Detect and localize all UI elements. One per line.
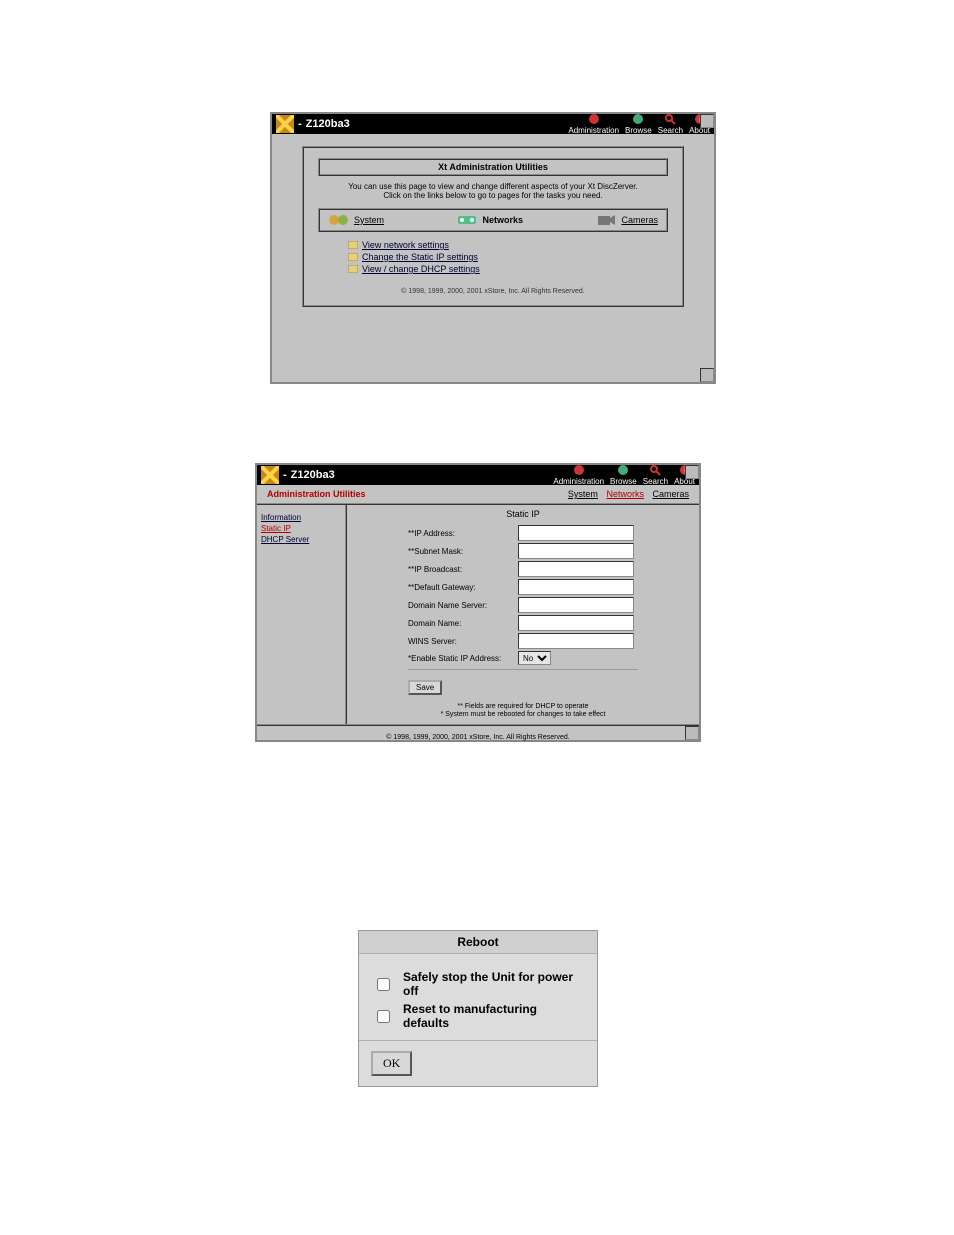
resize-grip-icon[interactable] [685,726,699,740]
label-ip-address: **IP Address: [408,529,518,538]
admin-utilities-window: - Z120ba3 Administration Browse Search i… [270,112,716,384]
window-title: Z120ba3 [291,469,335,481]
subnet-mask-field[interactable] [518,543,634,559]
window-title: Z120ba3 [306,118,350,130]
label-ip-broadcast: **IP Broadcast: [408,565,518,574]
category-networks[interactable]: Networks [450,212,529,228]
nav-search[interactable]: Search [658,113,683,135]
label-reset-defaults: Reset to manufacturing defaults [403,1002,583,1030]
brand-logo-icon [276,115,294,133]
nav-browse[interactable]: Browse [610,464,637,486]
checkbox-safely-stop[interactable] [377,978,390,991]
utilities-panel: Xt Administration Utilities You can use … [302,146,684,307]
tab-cameras[interactable]: Cameras [652,489,689,499]
sidebar-item-static-ip[interactable]: Static IP [261,524,341,533]
scroll-up-icon[interactable] [685,465,699,479]
title-bar: - Z120ba3 Administration Browse Search i… [272,114,714,134]
enable-static-ip-select[interactable]: No [518,651,551,665]
category-cameras[interactable]: Cameras [589,212,664,228]
panel-header: Xt Administration Utilities [318,158,668,176]
title-bar: - Z120ba3 Administration Browse Search i… [257,465,699,485]
ip-address-field[interactable] [518,525,634,541]
brand-logo-icon [261,466,279,484]
copyright: © 1998, 1999, 2000, 2001 xStore, Inc. Al… [318,288,668,295]
link-change-static-ip[interactable]: Change the Static IP settings [348,252,668,262]
copyright: © 1998, 1999, 2000, 2001 xStore, Inc. Al… [257,724,699,749]
dialog-header: Reboot [359,931,597,954]
label-safely-stop: Safely stop the Unit for power off [403,970,583,998]
link-view-network-settings[interactable]: View network settings [348,240,668,250]
nav-browse[interactable]: Browse [625,113,652,135]
wins-server-field[interactable] [518,633,634,649]
tab-networks[interactable]: Networks [606,489,644,499]
label-enable-static-ip: *Enable Static IP Address: [408,654,518,663]
scroll-up-icon[interactable] [700,114,714,128]
sidebar-item-information[interactable]: Information [261,513,341,522]
reboot-dialog: Reboot Safely stop the Unit for power of… [358,930,598,1087]
category-row: System Networks Cameras [318,208,668,232]
ok-button[interactable]: OK [371,1051,412,1076]
label-subnet-mask: **Subnet Mask: [408,547,518,556]
dns-field[interactable] [518,597,634,613]
save-button[interactable]: Save [408,680,442,695]
checkbox-reset-defaults[interactable] [377,1010,390,1023]
brand: - Z120ba3 [276,115,350,133]
nav-administration[interactable]: Administration [568,113,619,135]
section-header: Static IP [357,509,689,519]
default-gateway-field[interactable] [518,579,634,595]
breadcrumb-bar: Administration Utilities System Networks… [257,485,699,503]
nav-search[interactable]: Search [643,464,668,486]
category-system[interactable]: System [322,212,390,228]
panel-description: You can use this page to view and change… [318,182,668,200]
tab-system[interactable]: System [568,489,598,499]
label-domain-name: Domain Name: [408,619,518,628]
sidebar-item-dhcp-server[interactable]: DHCP Server [261,535,341,544]
nav-administration[interactable]: Administration [553,464,604,486]
static-ip-form: **IP Address: **Subnet Mask: **IP Broadc… [408,525,638,720]
link-view-change-dhcp[interactable]: View / change DHCP settings [348,264,668,274]
resize-grip-icon[interactable] [700,368,714,382]
form-notes: ** Fields are required for DHCP to opera… [408,703,638,720]
label-dns: Domain Name Server: [408,601,518,610]
static-ip-window: - Z120ba3 Administration Browse Search i… [255,463,701,742]
brand: - Z120ba3 [261,466,335,484]
label-default-gateway: **Default Gateway: [408,583,518,592]
ip-broadcast-field[interactable] [518,561,634,577]
label-wins-server: WINS Server: [408,637,518,646]
page-title: Administration Utilities [267,489,366,499]
domain-name-field[interactable] [518,615,634,631]
sidebar: Information Static IP DHCP Server [257,505,347,724]
